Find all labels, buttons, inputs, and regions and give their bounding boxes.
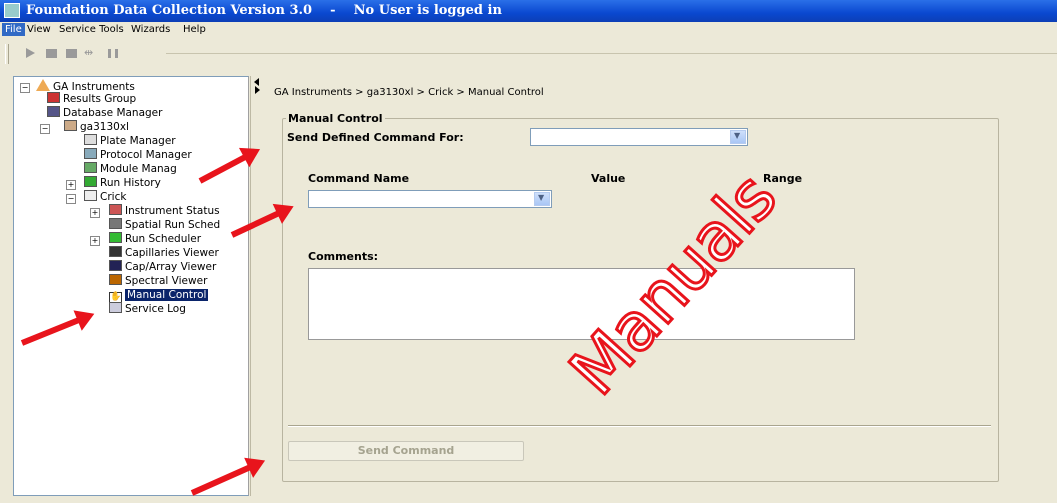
group-title: Manual Control xyxy=(286,112,385,125)
window-title: Foundation Data Collection Version 3.0 -… xyxy=(26,3,502,18)
service-log-icon xyxy=(109,302,122,313)
menu-wizards[interactable]: Wizards xyxy=(128,23,173,36)
toolbar-separator xyxy=(166,53,1057,54)
tree-item-ga3130xl[interactable]: ga3130xl xyxy=(64,120,129,134)
instrument-status-icon xyxy=(109,204,122,215)
spatial-run-icon xyxy=(109,218,122,229)
comments-label: Comments: xyxy=(308,250,379,263)
results-group-icon xyxy=(47,92,60,103)
panel-splitter[interactable] xyxy=(250,76,261,496)
database-icon xyxy=(47,106,60,117)
chevron-down-icon[interactable]: ▼ xyxy=(534,192,550,206)
tree-item-spectral-viewer[interactable]: Spectral Viewer xyxy=(109,274,207,288)
expand-right-icon[interactable] xyxy=(255,86,260,94)
command-name-label: Command Name xyxy=(308,172,410,185)
tree-item-capillaries-viewer[interactable]: Capillaries Viewer xyxy=(109,246,219,260)
tree-item-ga-instruments[interactable]: GA Instruments xyxy=(36,79,135,93)
expander-ga-instruments[interactable]: − xyxy=(20,83,30,93)
pause-icon[interactable] xyxy=(108,49,118,58)
run-scheduler-icon xyxy=(109,232,122,243)
tree-item-run-history[interactable]: Run History xyxy=(84,176,161,190)
capillaries-icon xyxy=(109,246,122,257)
skip-icon[interactable]: ⇹ xyxy=(84,47,100,59)
tree-item-cap-array-viewer[interactable]: Cap/Array Viewer xyxy=(109,260,216,274)
tree-item-crick[interactable]: Crick xyxy=(84,190,126,204)
tree-item-results-group[interactable]: Results Group xyxy=(47,92,136,106)
tree-item-run-scheduler[interactable]: Run Scheduler xyxy=(109,232,201,246)
module-icon xyxy=(84,162,97,173)
app-icon xyxy=(4,3,20,18)
divider xyxy=(288,425,991,427)
expander-crick[interactable]: − xyxy=(66,194,76,204)
navigation-tree[interactable]: − GA Instruments Results Group Database … xyxy=(13,76,249,496)
value-label: Value xyxy=(591,172,626,185)
menu-file[interactable]: File xyxy=(2,23,25,36)
toolbar: ⇹ xyxy=(0,38,1057,70)
plate-icon xyxy=(84,134,97,145)
spectral-icon xyxy=(109,274,122,285)
tree-item-protocol-manager[interactable]: Protocol Manager xyxy=(84,148,192,162)
send-for-dropdown[interactable]: ▼ xyxy=(530,128,748,146)
expander-run-history[interactable]: + xyxy=(66,180,76,190)
protocol-icon xyxy=(84,148,97,159)
menu-bar: File View Service Tools Wizards Help xyxy=(0,22,1057,38)
menu-view[interactable]: View xyxy=(24,23,54,36)
title-bar: Foundation Data Collection Version 3.0 -… xyxy=(0,0,1057,22)
send-for-label: Send Defined Command For: xyxy=(287,131,464,144)
collapse-left-icon[interactable] xyxy=(254,78,259,86)
chevron-down-icon[interactable]: ▼ xyxy=(730,130,746,144)
menu-service-tools[interactable]: Service Tools xyxy=(56,23,127,36)
tree-item-module-manager[interactable]: Module Manag xyxy=(84,162,177,176)
crick-icon xyxy=(84,190,97,201)
stop-run-icon[interactable] xyxy=(66,49,77,58)
range-label: Range xyxy=(763,172,803,185)
expander-ga3130xl[interactable]: − xyxy=(40,124,50,134)
command-name-dropdown[interactable]: ▼ xyxy=(308,190,552,208)
send-command-button[interactable]: Send Command xyxy=(288,441,524,461)
tree-item-spatial-run-scheduler[interactable]: Spatial Run Sched xyxy=(109,218,220,232)
play-icon[interactable] xyxy=(26,48,35,58)
menu-help[interactable]: Help xyxy=(180,23,209,36)
tree-item-service-log[interactable]: Service Log xyxy=(109,302,186,316)
toolbar-grip[interactable] xyxy=(5,44,9,64)
tree-item-manual-control[interactable]: ✋ Manual Control xyxy=(109,288,209,303)
ga-instruments-icon xyxy=(36,79,50,91)
stop-icon[interactable] xyxy=(46,49,57,58)
tree-item-plate-manager[interactable]: Plate Manager xyxy=(84,134,176,148)
expander-instrument-status[interactable]: + xyxy=(90,208,100,218)
tree-item-database-manager[interactable]: Database Manager xyxy=(47,106,162,120)
breadcrumb: GA Instruments > ga3130xl > Crick > Manu… xyxy=(274,87,544,98)
expander-run-scheduler[interactable]: + xyxy=(90,236,100,246)
tree-item-instrument-status[interactable]: Instrument Status xyxy=(109,204,220,218)
cap-array-icon xyxy=(109,260,122,271)
instrument-icon xyxy=(64,120,77,131)
run-history-icon xyxy=(84,176,97,187)
